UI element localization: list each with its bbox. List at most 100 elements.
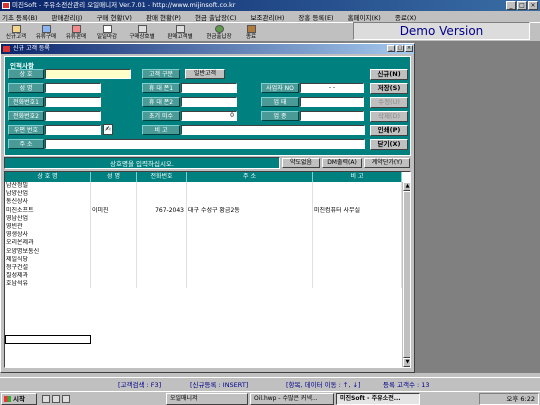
table-cell[interactable]	[91, 231, 137, 240]
task-mijinsoft[interactable]: 미진Soft - 주유소전...	[336, 393, 420, 405]
table-cell[interactable]	[91, 214, 137, 223]
table-cell[interactable]	[91, 198, 137, 207]
table-row[interactable]: 영남산업	[5, 214, 402, 223]
biz-type-input[interactable]	[300, 97, 364, 107]
table-cell[interactable]	[91, 280, 137, 289]
col-owner-header[interactable]: 성 명	[91, 172, 137, 182]
table-cell[interactable]	[137, 198, 187, 207]
name-input[interactable]	[45, 69, 131, 79]
table-row[interactable]: 남양산업	[5, 190, 402, 199]
table-cell[interactable]	[187, 222, 313, 232]
table-cell[interactable]	[91, 222, 137, 232]
save-button[interactable]: 저장(S)	[370, 83, 408, 94]
table-cell[interactable]	[137, 214, 187, 223]
outlook-icon[interactable]	[52, 395, 60, 403]
table-cell[interactable]	[313, 182, 402, 191]
table-cell[interactable]: 남양산업	[5, 190, 91, 199]
scroll-down-icon[interactable]: ▼	[403, 358, 410, 367]
new-customer-tool[interactable]: 신규고객	[2, 24, 30, 42]
table-cell[interactable]	[313, 190, 402, 199]
table-cell[interactable]: 미진소프트	[5, 206, 91, 215]
menu-item-homepage[interactable]: 홈페이지(K)	[348, 12, 381, 22]
menu-item-sales-status[interactable]: 판매 현황(P)	[146, 12, 181, 22]
vertical-scrollbar[interactable]: ▲ ▼	[402, 182, 410, 367]
close-form-button[interactable]: 닫기(X)	[370, 139, 408, 150]
sales-by-customer-tool[interactable]: 판매고객별	[162, 24, 198, 42]
table-cell[interactable]	[91, 182, 137, 191]
table-cell[interactable]	[137, 263, 187, 273]
table-cell[interactable]	[91, 239, 137, 248]
table-cell[interactable]: 대구 수성구 황금2동	[187, 206, 313, 215]
child-minimize-button[interactable]: _	[387, 45, 395, 52]
table-cell[interactable]: 오리온제과	[5, 239, 91, 248]
table-cell[interactable]	[313, 272, 402, 281]
table-row[interactable]: 오양명보통신	[5, 247, 402, 256]
table-cell[interactable]	[313, 255, 402, 264]
table-cell[interactable]	[91, 263, 137, 273]
table-cell[interactable]	[91, 272, 137, 281]
mobile1-input[interactable]	[181, 83, 237, 93]
table-cell[interactable]	[137, 280, 187, 289]
menu-item-cashbook[interactable]: 현금 출납장(C)	[195, 12, 237, 22]
table-cell[interactable]	[91, 190, 137, 199]
table-cell[interactable]: 이미진	[91, 206, 137, 215]
menu-item-sales[interactable]: 판매관리(J)	[52, 12, 83, 22]
menu-item-purchase-status[interactable]: 구매 현황(V)	[96, 12, 132, 22]
table-cell[interactable]: 칠성제과	[5, 272, 91, 281]
col-address-header[interactable]: 주 소	[187, 172, 313, 182]
desktop-icon[interactable]	[62, 395, 70, 403]
menu-item-exit[interactable]: 종료(X)	[395, 12, 417, 22]
table-cell[interactable]	[137, 255, 187, 264]
table-row[interactable]: 제일식당	[5, 255, 402, 264]
maximize-button[interactable]: □	[517, 1, 527, 10]
new-button[interactable]: 신규(N)	[370, 69, 408, 80]
mobile2-input[interactable]	[181, 97, 237, 107]
purchase-by-vendor-tool[interactable]: 구매상호별	[124, 24, 160, 42]
address-input[interactable]	[45, 139, 365, 149]
table-cell[interactable]	[313, 239, 402, 248]
edit-button[interactable]: 수정(U)	[370, 97, 408, 108]
table-cell[interactable]	[313, 214, 402, 223]
table-cell[interactable]	[187, 263, 313, 273]
contract-price-button[interactable]: 계약단가(Y)	[364, 158, 410, 168]
initial-unpaid-input[interactable]: 0	[181, 111, 237, 121]
table-cell[interactable]	[137, 247, 187, 256]
table-cell[interactable]	[313, 247, 402, 256]
biz-item-input[interactable]	[300, 111, 364, 121]
table-row[interactable]: 호남석유	[5, 280, 402, 289]
table-row[interactable]: 영빈관	[5, 222, 402, 232]
table-cell[interactable]	[137, 272, 187, 281]
table-row[interactable]: 칠성제과	[5, 272, 402, 281]
table-cell[interactable]: 동신상사	[5, 198, 91, 207]
table-cell[interactable]	[187, 198, 313, 207]
menu-item-aux[interactable]: 보조관리(H)	[251, 12, 285, 22]
ie-icon[interactable]	[42, 395, 50, 403]
table-cell[interactable]	[187, 247, 313, 256]
table-row[interactable]: 동신상사	[5, 198, 402, 207]
table-cell[interactable]	[187, 239, 313, 248]
col-memo-header[interactable]: 비 고	[313, 172, 402, 182]
menu-item-ledger[interactable]: 장홍 등록(E)	[298, 12, 333, 22]
table-cell[interactable]	[313, 263, 402, 273]
table-cell[interactable]	[313, 198, 402, 207]
table-cell[interactable]: 영빈관	[5, 222, 91, 232]
table-cell[interactable]: 청구건설	[5, 263, 91, 273]
table-cell[interactable]	[91, 247, 137, 256]
table-cell[interactable]	[187, 182, 313, 191]
table-row[interactable]: 미진소프트 이미진 767-2043 대구 수성구 황금2동 미진컴퓨터 사무실	[5, 206, 402, 215]
close-button[interactable]: ×	[528, 1, 538, 10]
exit-tool[interactable]: 종료	[240, 24, 262, 42]
table-cell[interactable]	[313, 280, 402, 289]
table-cell[interactable]	[137, 231, 187, 240]
child-close-button[interactable]: ×	[405, 45, 413, 52]
table-cell[interactable]: 767-2043	[137, 206, 187, 215]
customer-type-button[interactable]: 일반고객	[185, 69, 225, 79]
owner-input[interactable]	[45, 83, 101, 93]
table-cell[interactable]	[187, 214, 313, 223]
minimize-button[interactable]: _	[506, 1, 516, 10]
customer-grid[interactable]: 상 호 명 성 명 전화번호 주 소 비 고 남산정밀 남양산업 동신상사 미진소프트…	[4, 171, 411, 368]
scroll-thumb[interactable]	[403, 191, 410, 358]
cashbook-tool[interactable]: 현금출납장	[200, 24, 238, 42]
table-cell[interactable]: 영남산업	[5, 214, 91, 223]
no-map-button[interactable]: 약도없음	[282, 158, 320, 168]
